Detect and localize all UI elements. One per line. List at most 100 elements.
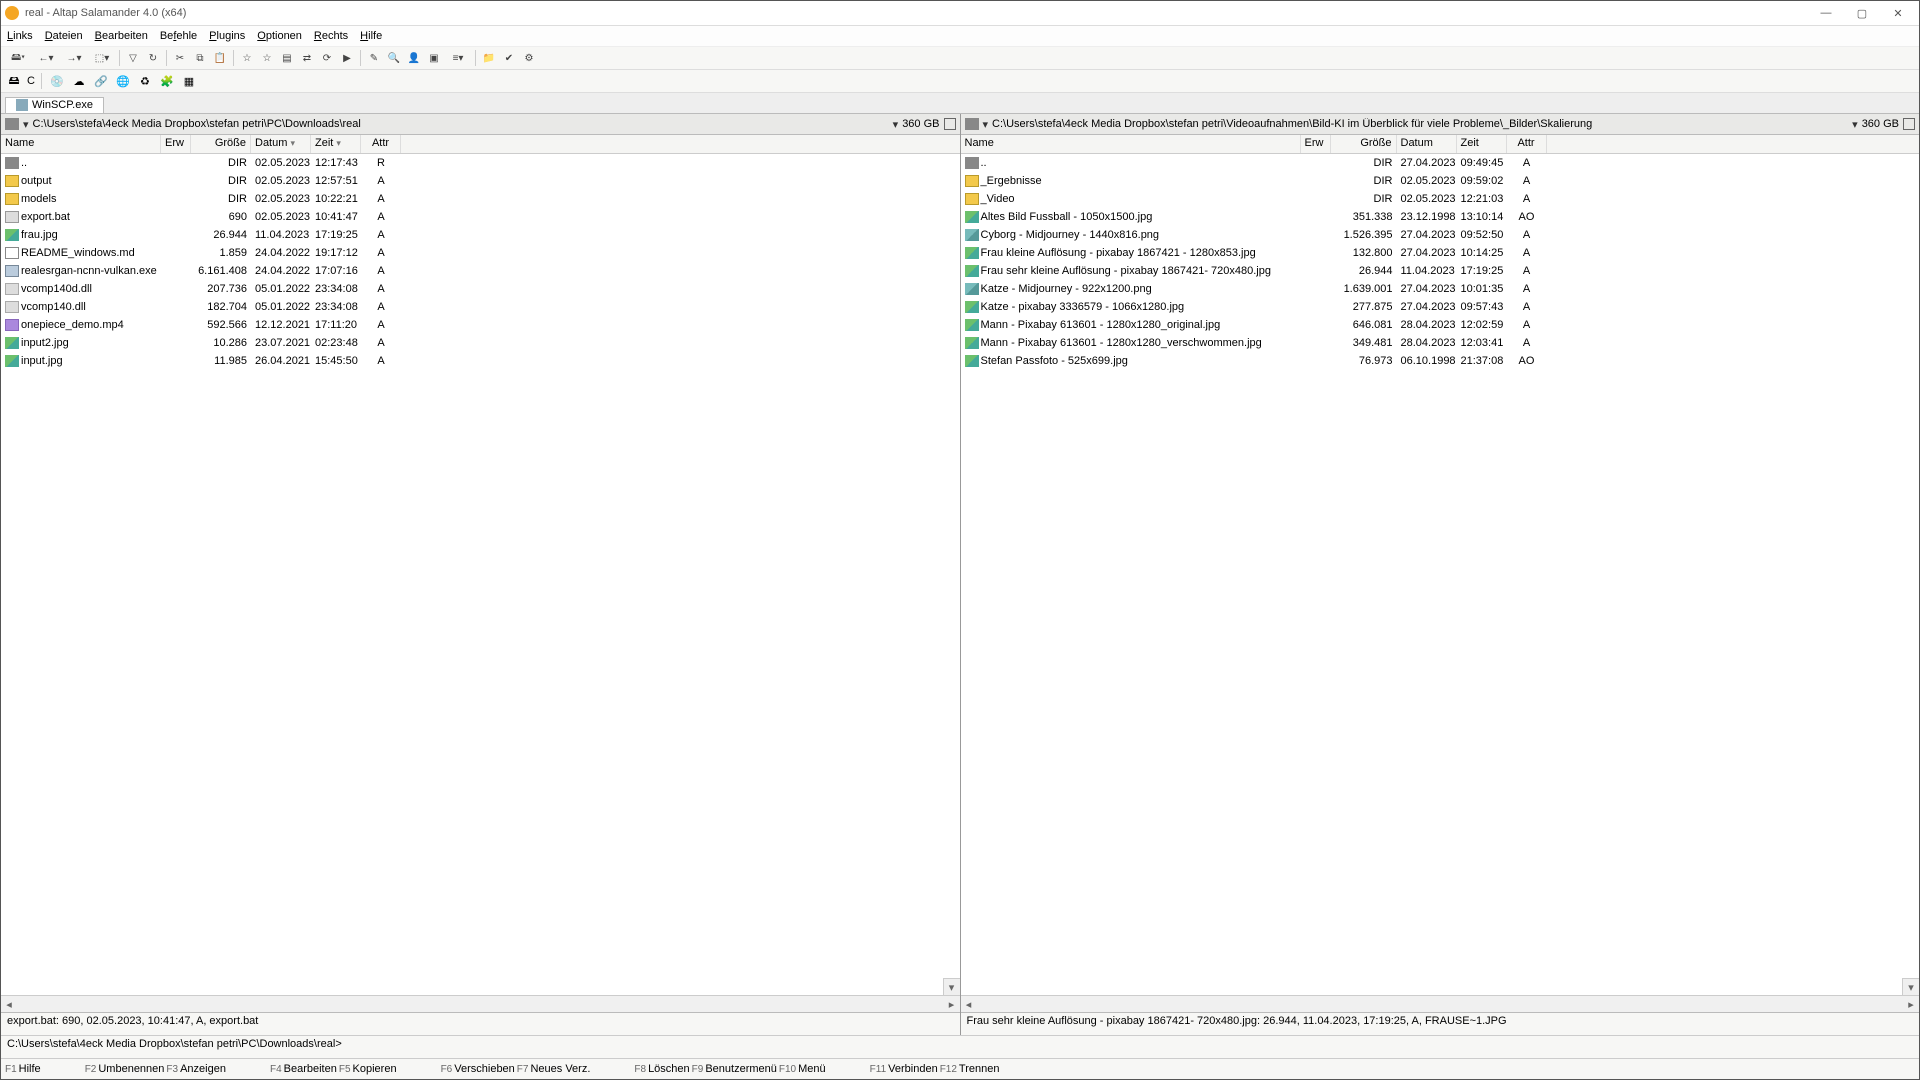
- file-row[interactable]: README_windows.md1.85924.04.202219:17:12…: [1, 244, 960, 262]
- file-row[interactable]: _ErgebnisseDIR02.05.202309:59:02A: [961, 172, 1920, 190]
- col-ext[interactable]: Erw: [161, 135, 191, 153]
- chevron-down-icon[interactable]: ▾: [23, 118, 29, 131]
- tb-swap-button[interactable]: ⇄: [298, 49, 316, 67]
- file-row[interactable]: frau.jpg26.94411.04.202317:19:25A: [1, 226, 960, 244]
- file-row[interactable]: Mann - Pixabay 613601 - 1280x1280_versch…: [961, 334, 1920, 352]
- tb-filter-button[interactable]: ▽: [124, 49, 142, 67]
- menu-dateien[interactable]: Dateien: [45, 30, 83, 42]
- drive-cloud-icon[interactable]: ☁: [70, 73, 88, 89]
- tb-go-button[interactable]: ▶: [338, 49, 356, 67]
- tb-refresh-button[interactable]: ↻: [144, 49, 162, 67]
- file-row[interactable]: vcomp140.dll182.70405.01.202223:34:08A: [1, 298, 960, 316]
- file-row[interactable]: Katze - pixabay 3336579 - 1066x1280.jpg2…: [961, 298, 1920, 316]
- menu-rechts[interactable]: Rechts: [314, 30, 348, 42]
- file-row[interactable]: Altes Bild Fussball - 1050x1500.jpg351.3…: [961, 208, 1920, 226]
- drive-network-icon[interactable]: 🔗: [92, 73, 110, 89]
- tb-reload-button[interactable]: ⟳: [318, 49, 336, 67]
- menu-links[interactable]: Links: [7, 30, 33, 42]
- left-hscroll[interactable]: ◂ ▸: [1, 995, 960, 1012]
- fn-copy[interactable]: F5Kopieren: [339, 1063, 397, 1075]
- scroll-right-icon[interactable]: ▸: [1903, 998, 1919, 1011]
- path-dropdown-icon[interactable]: ▾: [893, 118, 899, 131]
- fn-help[interactable]: F1Hilfe: [5, 1063, 41, 1075]
- fn-edit[interactable]: F4Bearbeiten: [270, 1063, 337, 1075]
- right-hscroll[interactable]: ◂ ▸: [961, 995, 1920, 1012]
- col-date[interactable]: Datum: [1397, 135, 1457, 153]
- fn-delete[interactable]: F8Löschen: [634, 1063, 689, 1075]
- file-row[interactable]: onepiece_demo.mp4592.56612.12.202117:11:…: [1, 316, 960, 334]
- fn-connect[interactable]: F11Verbinden: [870, 1063, 938, 1075]
- left-file-list[interactable]: ..DIR02.05.202312:17:43RoutputDIR02.05.2…: [1, 154, 960, 995]
- minimize-button[interactable]: —: [1809, 3, 1843, 23]
- col-attr[interactable]: Attr: [1507, 135, 1547, 153]
- titlebar[interactable]: real - Altap Salamander 4.0 (x64) — ▢ ✕: [1, 1, 1919, 26]
- fn-rename[interactable]: F2Umbenennen: [85, 1063, 165, 1075]
- file-row[interactable]: input2.jpg10.28623.07.202102:23:48A: [1, 334, 960, 352]
- file-row[interactable]: ..DIR27.04.202309:49:45A: [961, 154, 1920, 172]
- path-dropdown-icon[interactable]: ▾: [1852, 118, 1858, 131]
- tb-fav1-button[interactable]: ☆: [238, 49, 256, 67]
- menu-hilfe[interactable]: Hilfe: [360, 30, 382, 42]
- menu-bearbeiten[interactable]: Bearbeiten: [95, 30, 148, 42]
- tb-forward-button[interactable]: →▾: [61, 49, 87, 67]
- drive-hdd-icon[interactable]: 🖴: [5, 73, 23, 89]
- fn-move[interactable]: F6Verschieben: [441, 1063, 515, 1075]
- fn-menu[interactable]: F10Menü: [779, 1063, 826, 1075]
- tb-cmd-button[interactable]: ▣: [425, 49, 443, 67]
- left-pathbar[interactable]: ▾ C:\Users\stefa\4eck Media Dropbox\stef…: [1, 114, 960, 135]
- col-name[interactable]: Name: [1, 135, 161, 153]
- drive-c-label[interactable]: C: [27, 75, 35, 87]
- tb-up-button[interactable]: ⬚▾: [89, 49, 115, 67]
- tb-copy-button[interactable]: ⧉: [191, 49, 209, 67]
- tb-folder-button[interactable]: 📁: [480, 49, 498, 67]
- file-row[interactable]: ..DIR02.05.202312:17:43R: [1, 154, 960, 172]
- tb-view-dropdown[interactable]: ≡▾: [445, 49, 471, 67]
- file-row[interactable]: Frau kleine Auflösung - pixabay 1867421 …: [961, 244, 1920, 262]
- scroll-right-icon[interactable]: ▸: [944, 998, 960, 1011]
- drive-plugin-icon[interactable]: 🧩: [158, 73, 176, 89]
- scroll-left-icon[interactable]: ◂: [1, 998, 17, 1011]
- scroll-down-icon[interactable]: ▾: [1902, 978, 1919, 995]
- right-pathbar[interactable]: ▾ C:\Users\stefa\4eck Media Dropbox\stef…: [961, 114, 1920, 135]
- col-attr[interactable]: Attr: [361, 135, 401, 153]
- drive-sync-icon[interactable]: ♻: [136, 73, 154, 89]
- panel-max-button[interactable]: [1903, 118, 1915, 130]
- menu-plugins[interactable]: Plugins: [209, 30, 245, 42]
- file-row[interactable]: Katze - Midjourney - 922x1200.png1.639.0…: [961, 280, 1920, 298]
- close-button[interactable]: ✕: [1881, 3, 1915, 23]
- tb-zoom-button[interactable]: 🔍: [385, 49, 403, 67]
- right-file-list[interactable]: ..DIR27.04.202309:49:45A_ErgebnisseDIR02…: [961, 154, 1920, 995]
- col-time[interactable]: Zeit ▾: [311, 135, 361, 153]
- tb-fav2-button[interactable]: ☆: [258, 49, 276, 67]
- col-name[interactable]: Name: [961, 135, 1301, 153]
- maximize-button[interactable]: ▢: [1845, 3, 1879, 23]
- fn-view[interactable]: F3Anzeigen: [166, 1063, 226, 1075]
- tb-back-button[interactable]: ←▾: [33, 49, 59, 67]
- file-row[interactable]: input.jpg11.98526.04.202115:45:50A: [1, 352, 960, 370]
- tb-list-button[interactable]: ▤: [278, 49, 296, 67]
- tb-settings-button[interactable]: ⚙: [520, 49, 538, 67]
- file-row[interactable]: Stefan Passfoto - 525x699.jpg76.97306.10…: [961, 352, 1920, 370]
- drive-globe-icon[interactable]: 🌐: [114, 73, 132, 89]
- col-time[interactable]: Zeit: [1457, 135, 1507, 153]
- fn-usermenu[interactable]: F9Benutzermenü: [692, 1063, 777, 1075]
- col-size[interactable]: Größe: [1331, 135, 1397, 153]
- tb-user-button[interactable]: 👤: [405, 49, 423, 67]
- file-row[interactable]: Mann - Pixabay 613601 - 1280x1280_origin…: [961, 316, 1920, 334]
- tb-cut-button[interactable]: ✂: [171, 49, 189, 67]
- drive-disc-icon[interactable]: 💿: [48, 73, 66, 89]
- col-date[interactable]: Datum ▾: [251, 135, 311, 153]
- file-row[interactable]: modelsDIR02.05.202310:22:21A: [1, 190, 960, 208]
- fn-disconnect[interactable]: F12Trennen: [940, 1063, 1000, 1075]
- tb-paste-button[interactable]: 📋: [211, 49, 229, 67]
- left-path[interactable]: C:\Users\stefa\4eck Media Dropbox\stefan…: [33, 118, 889, 130]
- col-size[interactable]: Größe: [191, 135, 251, 153]
- chevron-down-icon[interactable]: ▾: [983, 118, 989, 131]
- tb-check-button[interactable]: ✔: [500, 49, 518, 67]
- file-row[interactable]: Cyborg - Midjourney - 1440x816.png1.526.…: [961, 226, 1920, 244]
- file-row[interactable]: outputDIR02.05.202312:57:51A: [1, 172, 960, 190]
- fn-mkdir[interactable]: F7Neues Verz.: [517, 1063, 591, 1075]
- drive-window-icon[interactable]: ▦: [180, 73, 198, 89]
- tb-wand-button[interactable]: ✎: [365, 49, 383, 67]
- right-path[interactable]: C:\Users\stefa\4eck Media Dropbox\stefan…: [992, 118, 1848, 130]
